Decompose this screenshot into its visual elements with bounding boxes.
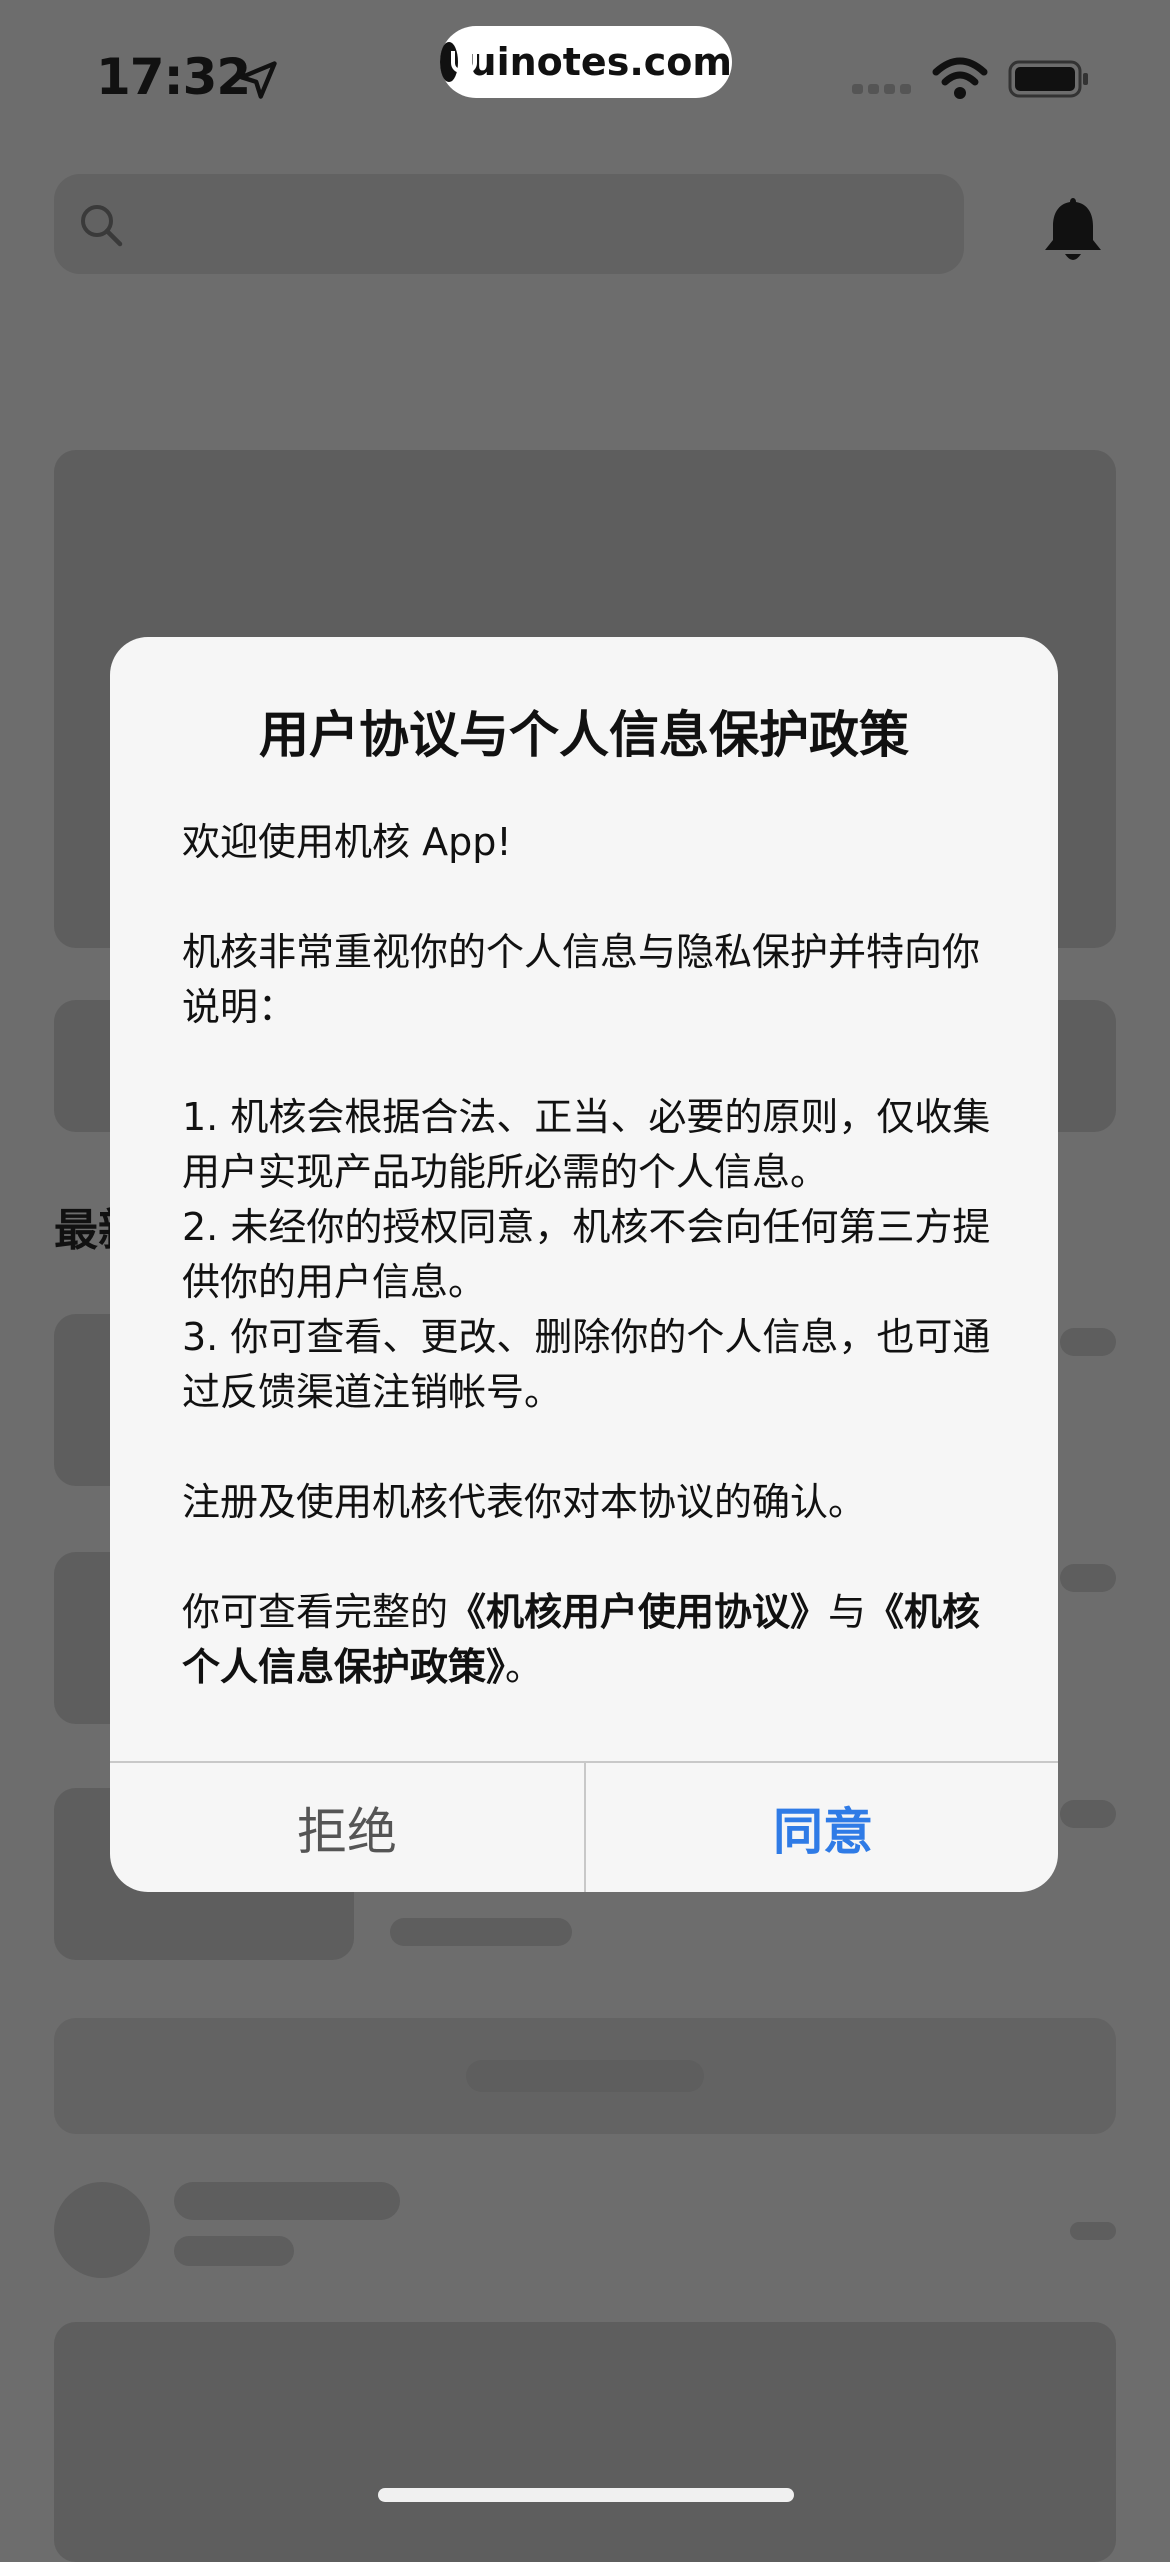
confirm-text: 注册及使用机核代表你对本协议的确认。 <box>182 1480 867 1524</box>
load-more-text-placeholder <box>466 2060 704 2092</box>
dialog-body: 欢迎使用机核 App! 机核非常重视你的个人信息与隐私保护并特向你说明： 1. … <box>182 815 1002 1695</box>
privacy-dialog: 用户协议与个人信息保护政策 欢迎使用机核 App! 机核非常重视你的个人信息与隐… <box>110 637 1058 1892</box>
location-arrow-icon <box>239 61 277 99</box>
post-image-placeholder <box>54 2322 1116 2562</box>
welcome-text: 欢迎使用机核 App! <box>182 820 512 864</box>
list-caption-3 <box>390 1918 572 1946</box>
username-placeholder <box>174 2182 400 2220</box>
reject-button[interactable]: 拒绝 <box>110 1763 584 1892</box>
end-period: 。 <box>505 1645 544 1689</box>
time-placeholder <box>1070 2222 1116 2240</box>
view-full-text: 你可查看完整的《机核用户使用协议》与《机核个人信息保护政策》。 <box>182 1585 1002 1695</box>
uinotes-logo-icon <box>440 42 477 82</box>
policy-point-3: 3. 你可查看、更改、删除你的个人信息，也可通过反馈渠道注销帐号。 <box>182 1315 991 1414</box>
user-agreement-link[interactable]: 《机核用户使用协议》 <box>448 1590 828 1634</box>
url-pill[interactable]: uinotes.com <box>440 26 732 98</box>
list-line-2 <box>1060 1564 1116 1592</box>
avatar-placeholder <box>54 2182 150 2278</box>
list-line-3 <box>1060 1800 1116 1828</box>
home-indicator[interactable] <box>378 2488 794 2502</box>
battery-icon <box>1008 60 1088 98</box>
and-text: 与 <box>828 1590 867 1634</box>
wifi-icon <box>932 57 988 99</box>
view-prefix: 你可查看完整的 <box>182 1590 449 1634</box>
search-bar[interactable] <box>54 174 964 274</box>
bell-icon[interactable] <box>1038 194 1108 266</box>
url-pill-text: uinotes.com <box>469 40 732 84</box>
signal-icon <box>852 84 911 94</box>
policy-point-2: 2. 未经你的授权同意，机核不会向任何第三方提供你的用户信息。 <box>182 1205 991 1304</box>
agree-button[interactable]: 同意 <box>586 1763 1058 1892</box>
search-icon <box>81 205 123 247</box>
intro-text: 机核非常重视你的个人信息与隐私保护并特向你说明： <box>182 930 981 1029</box>
status-time: 17:32 <box>96 48 251 106</box>
list-line-1 <box>1060 1328 1116 1356</box>
policy-point-1: 1. 机核会根据合法、正当、必要的原则，仅收集用户实现产品功能所必需的个人信息。 <box>182 1095 991 1194</box>
dialog-title: 用户协议与个人信息保护政策 <box>259 706 909 764</box>
meta-placeholder <box>174 2236 294 2266</box>
